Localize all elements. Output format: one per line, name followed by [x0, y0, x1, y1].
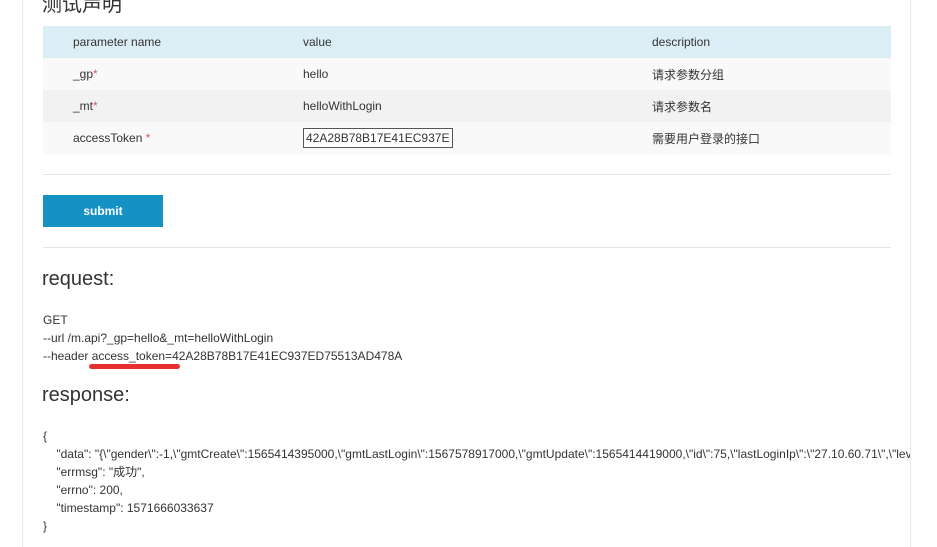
- required-mark: *: [93, 99, 98, 113]
- header-value: value: [303, 35, 332, 49]
- response-errno-line: "errno": 200,: [43, 483, 123, 497]
- page-frame-right-border: [910, 0, 911, 547]
- table-row: accessToken * 需要用户登录的接口: [43, 122, 891, 154]
- param-name-cell: accessToken *: [43, 122, 273, 154]
- header-description: description: [652, 35, 711, 49]
- section-title: 测试声明: [42, 0, 122, 16]
- param-name-cell: _mt*: [43, 90, 273, 122]
- param-value: helloWithLogin: [303, 99, 382, 113]
- response-heading: response:: [42, 384, 130, 406]
- red-underline-annotation: [89, 364, 180, 369]
- param-value-cell: [273, 122, 622, 154]
- submit-button[interactable]: submit: [43, 195, 163, 227]
- table-row: _gp* hello 请求参数分组: [43, 58, 891, 90]
- response-open-brace: {: [43, 429, 48, 443]
- response-errmsg-line: "errmsg": "成功",: [43, 465, 145, 479]
- param-name: _mt: [73, 99, 94, 113]
- response-data-line: "data": "{\"gender\":-1,\"gmtCreate\":15…: [43, 447, 910, 461]
- param-name: _gp: [73, 67, 94, 81]
- divider: [43, 174, 891, 175]
- request-block: GET --url /m.api?_gp=hello&_mt=helloWith…: [43, 311, 402, 365]
- divider: [43, 247, 891, 248]
- request-method: GET: [43, 313, 68, 327]
- request-header-line: --header access_token=42A28B78B17E41EC93…: [43, 349, 403, 363]
- param-value: hello: [303, 67, 329, 81]
- page-frame-left-border: [22, 0, 23, 547]
- access-token-input[interactable]: [303, 128, 453, 148]
- request-heading: request:: [42, 268, 115, 290]
- header-parameter-name: parameter name: [73, 35, 162, 49]
- param-description: 请求参数分组: [652, 67, 725, 82]
- table-header-row: parameter name value description: [43, 26, 891, 58]
- parameters-table: parameter name value description _gp* he…: [43, 26, 891, 154]
- param-name-cell: _gp*: [43, 58, 273, 90]
- param-description: 请求参数名: [652, 99, 713, 114]
- required-mark: *: [145, 131, 151, 145]
- required-mark: *: [93, 67, 98, 81]
- table-row: _mt* helloWithLogin 请求参数名: [43, 90, 891, 122]
- param-name: accessToken: [73, 131, 146, 145]
- request-url-line: --url /m.api?_gp=hello&_mt=helloWithLogi…: [43, 331, 274, 345]
- response-timestamp-line: "timestamp": 1571666033637: [43, 501, 214, 515]
- param-description: 需要用户登录的接口: [652, 131, 761, 146]
- response-block: { "data": "{\"gender\":-1,\"gmtCreate\":…: [43, 427, 910, 535]
- response-close-brace: }: [43, 519, 48, 533]
